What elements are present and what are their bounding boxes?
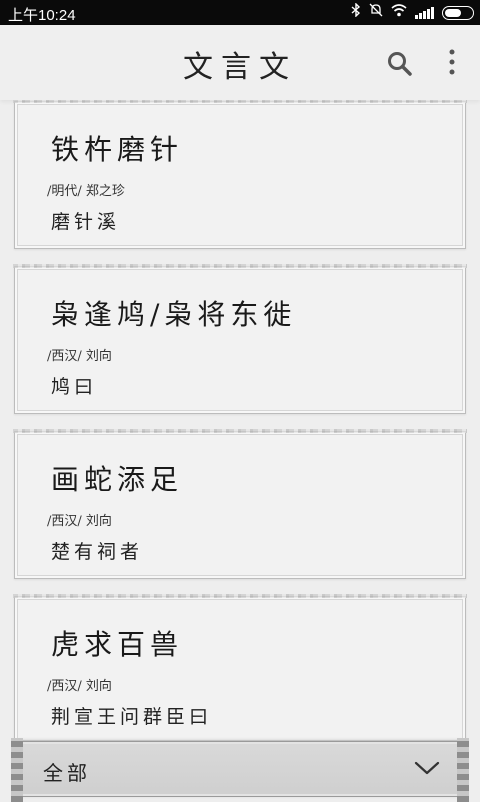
article-list[interactable]: 铁杵磨针 /明代/ 郑之珍 磨针溪 枭逢鸠/枭将东徙 /西汉/ 刘向 鸠曰 画蛇… bbox=[0, 100, 480, 800]
more-icon[interactable] bbox=[440, 47, 464, 79]
article-title: 枭逢鸠/枭将东徙 bbox=[51, 298, 297, 331]
status-icons bbox=[351, 2, 474, 22]
filter-selected-label: 全部 bbox=[43, 761, 91, 785]
article-title: 铁杵磨针 bbox=[51, 133, 184, 166]
mute-icon bbox=[369, 3, 383, 22]
status-time: 上午10:24 bbox=[8, 7, 76, 24]
article-card[interactable]: 画蛇添足 /西汉/ 刘向 楚有祠者 bbox=[13, 429, 467, 579]
article-title: 虎求百兽 bbox=[51, 628, 184, 661]
article-excerpt: 荆宣王问群臣曰 bbox=[51, 706, 213, 728]
article-meta: /西汉/ 刘向 bbox=[47, 349, 112, 364]
status-bar: 上午10:24 bbox=[0, 0, 480, 25]
article-excerpt: 楚有祠者 bbox=[51, 541, 144, 563]
bluetooth-icon bbox=[351, 2, 361, 22]
battery-icon bbox=[442, 5, 474, 20]
app-header: 文言文 bbox=[0, 25, 480, 100]
article-excerpt: 鸠曰 bbox=[51, 376, 98, 398]
search-icon[interactable] bbox=[386, 50, 414, 78]
article-excerpt: 磨针溪 bbox=[51, 211, 121, 233]
category-filter-dropdown[interactable]: 全部 bbox=[11, 738, 469, 802]
wifi-icon bbox=[391, 3, 407, 22]
article-meta: /明代/ 郑之珍 bbox=[47, 184, 125, 199]
article-meta: /西汉/ 刘向 bbox=[47, 514, 112, 529]
article-card[interactable]: 枭逢鸠/枭将东徙 /西汉/ 刘向 鸠曰 bbox=[13, 264, 467, 414]
signal-icon bbox=[415, 6, 434, 19]
article-meta: /西汉/ 刘向 bbox=[47, 679, 112, 694]
article-card[interactable]: 虎求百兽 /西汉/ 刘向 荆宣王问群臣曰 bbox=[13, 594, 467, 744]
chevron-down-icon[interactable] bbox=[413, 756, 441, 780]
article-title: 画蛇添足 bbox=[51, 463, 184, 496]
article-card[interactable]: 铁杵磨针 /明代/ 郑之珍 磨针溪 bbox=[13, 100, 467, 249]
